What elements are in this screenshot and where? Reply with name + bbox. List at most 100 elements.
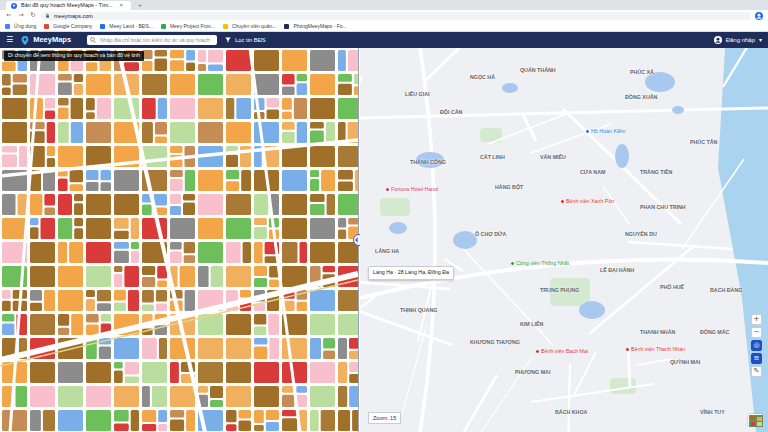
area-label: QUỲNH MAI [670, 359, 700, 366]
poi-pin-icon [385, 187, 390, 192]
tab-strip: Bản đồ quy hoạch MeeyMaps - Tìm... × + [0, 0, 768, 10]
bookmark-icon [44, 24, 49, 29]
area-label: KIM LIÊN [520, 321, 543, 328]
poi-pin-icon [510, 261, 515, 266]
area-label: ĐỒNG XUÂN [625, 94, 657, 101]
area-label: PHƯƠNG MAI [515, 369, 550, 376]
draw-button[interactable]: ✎ [751, 366, 762, 377]
bookmark-label: Google Company [53, 21, 92, 31]
search-input[interactable] [100, 35, 214, 45]
area-label: THỊNH QUANG [400, 307, 437, 314]
search-icon [90, 37, 96, 43]
menu-button[interactable]: ☰ [6, 32, 13, 48]
reload-button[interactable]: ↻ [29, 10, 37, 21]
lock-icon [45, 13, 50, 18]
poi-pin-icon [585, 129, 590, 134]
basemap-switcher[interactable] [748, 414, 762, 426]
bookmark-label: PhòngMeeyMaps - Fo... [293, 21, 346, 31]
poi-name: Fortuna Hotel Hanoi [391, 186, 438, 193]
location-popup: Láng Hạ · 28 Láng Hạ, Đống Đa [368, 266, 454, 280]
area-label: VĂN MIẾU [540, 154, 566, 161]
filter-label: Lọc tin BĐS [235, 36, 266, 45]
street-map-pane: LIỄU GIAI NGỌC HÀ QUÁN THÁNH PHÚC XÁ ĐỘI CẤN… [360, 48, 768, 432]
logo[interactable]: MeeyMaps [21, 34, 71, 45]
login-label: Đăng nhập [726, 36, 755, 45]
search-box [87, 35, 217, 45]
area-label: TRUNG PHỤNG [540, 287, 579, 294]
bookmark-item[interactable]: Google Company [44, 21, 92, 31]
zoom-out-button[interactable]: − [751, 327, 762, 338]
filter-button[interactable]: Lọc tin BĐS [225, 36, 266, 45]
poi-marker[interactable]: Bệnh viện Bạch Mai [535, 348, 588, 355]
poi-pin-icon [625, 347, 630, 352]
bookmark-icon [5, 24, 10, 29]
area-label: ĐỘI CẤN [440, 109, 462, 116]
area-label: ĐỐNG MÁC [700, 329, 729, 336]
area-label: LÁNG HẠ [375, 248, 399, 255]
area-label: HÀNG BỘT [495, 184, 523, 191]
area-label: CỬA NAM [580, 169, 605, 176]
area-label: VĨNH TUY [700, 409, 725, 416]
area-label: PHÚC TÂN [690, 139, 717, 146]
browser-tab[interactable]: Bản đồ quy hoạch MeeyMaps - Tìm... × [6, 1, 131, 10]
tab-title: Bản đồ quy hoạch MeeyMaps - Tìm... [21, 1, 113, 10]
bookmark-label: Meey Land - BĐS... [109, 21, 153, 31]
area-label: QUÁN THÁNH [520, 67, 556, 74]
poi-name: Công viên Thống Nhất [516, 260, 569, 267]
bookmark-icon [223, 24, 228, 29]
planning-map[interactable] [0, 48, 358, 432]
app-header: ☰ MeeyMaps Lọc tin BĐS Đăng nhập▾ [0, 32, 768, 48]
address-bar[interactable]: meeymaps.com [41, 12, 751, 20]
login-button[interactable]: Đăng nhập▾ [714, 36, 762, 45]
tab-close-button[interactable]: × [117, 1, 127, 10]
favicon-icon [11, 3, 17, 9]
back-button[interactable]: ← [5, 10, 13, 21]
poi-name: Bệnh viện Bạch Mai [541, 348, 588, 355]
layers-button[interactable]: ≡ [751, 353, 762, 364]
planning-map-pane: Di chuyển để xem thông tin quy hoạch và … [0, 48, 358, 432]
map-pin-icon [21, 36, 29, 45]
poi-marker[interactable]: Bệnh viện Xanh Pôn [560, 198, 614, 205]
bookmark-item[interactable]: Chuyên viên quản... [223, 21, 276, 31]
poi-marker[interactable]: Công viên Thống Nhất [510, 260, 569, 267]
funnel-icon [225, 37, 231, 43]
zoom-in-button[interactable]: + [751, 314, 762, 325]
area-label: THÀNH CÔNG [410, 159, 446, 166]
area-label: NGỌC HÀ [470, 74, 495, 81]
street-map[interactable] [360, 48, 768, 432]
profile-icon[interactable] [755, 12, 763, 20]
bookmark-item[interactable]: Ứng dụng [5, 21, 36, 31]
address-text: meeymaps.com [54, 12, 93, 20]
locate-button[interactable]: ◎ [751, 340, 762, 351]
area-label: KHƯƠNG THƯỢNG [470, 339, 520, 346]
area-label: LIỄU GIAI [405, 91, 429, 98]
area-label: Ô CHỢ DỪA [475, 231, 506, 238]
bookmark-item[interactable]: Meey Project Fron... [161, 21, 215, 31]
area-label: BÁCH KHOA [555, 409, 587, 416]
area-label: LÊ ĐẠI HÀNH [600, 267, 634, 274]
bookmark-item[interactable]: Meey Land - BĐS... [100, 21, 153, 31]
poi-name: Bệnh viện Thanh Nhàn [631, 346, 685, 353]
bookmark-icon [284, 24, 289, 29]
poi-name: Hồ Hoàn Kiếm [591, 128, 625, 135]
logo-text: MeeyMaps [33, 34, 71, 45]
area-label: BẠCH ĐẰNG [710, 287, 742, 294]
bookmark-icon [161, 24, 166, 29]
bookmark-item[interactable]: PhòngMeeyMaps - Fo... [284, 21, 346, 31]
poi-marker[interactable]: Hồ Hoàn Kiếm [585, 128, 625, 135]
bookmarks-bar: Ứng dụng Google Company Meey Land - BĐS...… [0, 21, 768, 32]
browser-toolbar: ← → ↻ meeymaps.com [0, 10, 768, 21]
poi-pin-icon [560, 199, 565, 204]
area-label: PHỐ HUẾ [660, 284, 684, 291]
area-label: NGUYỄN DU [625, 231, 657, 238]
new-tab-button[interactable]: + [135, 1, 145, 10]
zoom-level: Zoom: 15 [368, 412, 401, 424]
user-icon [714, 36, 722, 44]
forward-button[interactable]: → [17, 10, 25, 21]
poi-marker[interactable]: Bệnh viện Thanh Nhàn [625, 346, 685, 353]
bookmark-label: Meey Project Fron... [170, 21, 215, 31]
bookmark-label: Ứng dụng [14, 21, 36, 31]
area-label: PHAN CHU TRINH [640, 204, 686, 211]
poi-marker[interactable]: Fortuna Hotel Hanoi [385, 186, 438, 193]
area-label: PHÚC XÁ [630, 69, 654, 76]
